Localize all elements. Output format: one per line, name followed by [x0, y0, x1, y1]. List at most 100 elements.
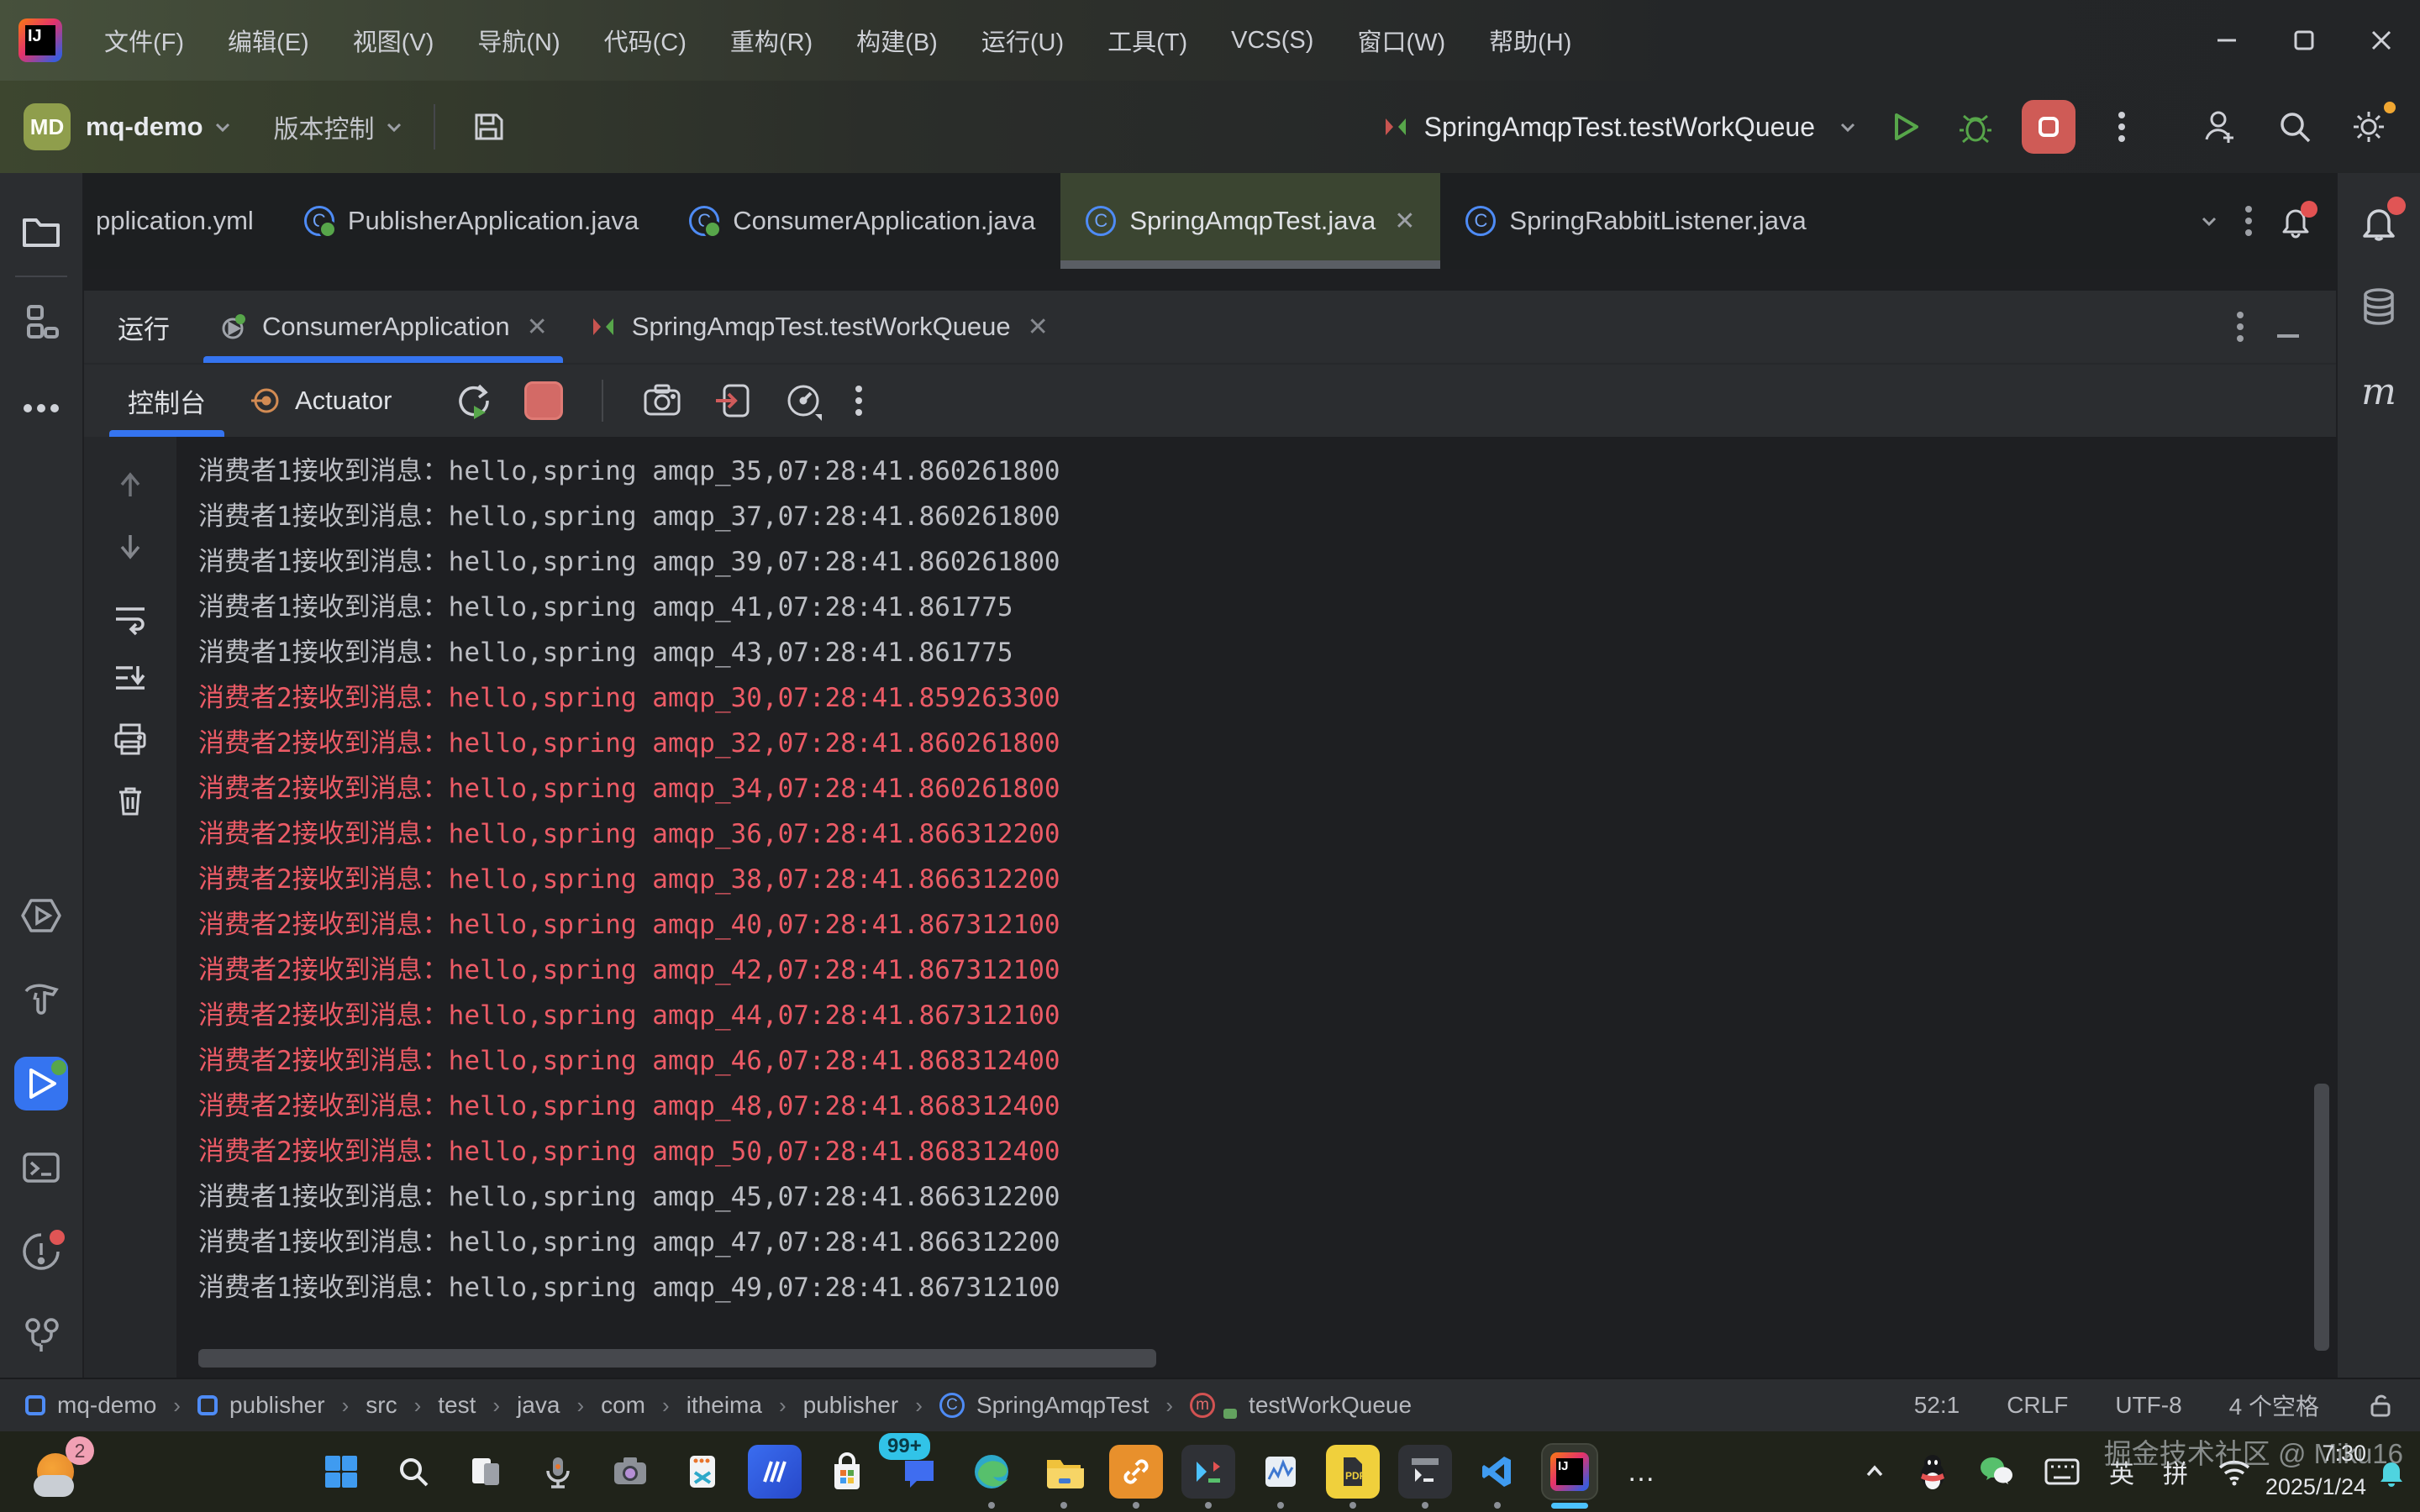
tab-application-yml[interactable]: pplication.yml — [84, 173, 279, 269]
tab-options-kebab-icon[interactable] — [2244, 204, 2254, 238]
tab-consumer-application[interactable]: C ConsumerApplication.java — [664, 173, 1060, 269]
profiler-gauge-button[interactable] — [783, 381, 823, 421]
horizontal-scrollbar[interactable] — [198, 1349, 1156, 1368]
run-button[interactable] — [1881, 102, 1929, 151]
problems-tool-icon[interactable] — [14, 1225, 68, 1278]
close-tab-icon[interactable]: ✕ — [1028, 312, 1049, 342]
caret-position[interactable]: 52:1 — [1914, 1392, 1960, 1419]
breadcrumb-item[interactable]: publisher — [803, 1392, 899, 1419]
menu-item[interactable]: VCS(S) — [1213, 18, 1332, 63]
intellij-taskbar-icon[interactable]: IJ — [1543, 1445, 1597, 1499]
more-tool-windows-icon[interactable] — [14, 381, 68, 435]
link-app-icon[interactable] — [1109, 1445, 1163, 1499]
notifications-tool-icon[interactable] — [2352, 197, 2406, 250]
vscode-icon[interactable] — [1470, 1445, 1524, 1499]
close-tab-icon[interactable]: ✕ — [527, 312, 548, 342]
project-tool-icon[interactable] — [14, 203, 68, 257]
edge-browser-icon[interactable] — [965, 1445, 1018, 1499]
run-tab-spring-amqp-test[interactable]: SpringAmqpTest.testWorkQueue ✕ — [568, 291, 1069, 363]
git-tool-icon[interactable] — [14, 1309, 68, 1362]
run-configuration-selector[interactable]: SpringAmqpTest.testWorkQueue — [1381, 112, 1859, 143]
close-button[interactable] — [2343, 0, 2420, 81]
services-tool-icon[interactable] — [14, 889, 68, 942]
stop-button[interactable] — [2022, 100, 2075, 154]
tab-publisher-application[interactable]: C PublisherApplication.java — [279, 173, 664, 269]
menu-item[interactable]: 视图(V) — [334, 14, 453, 66]
breadcrumb-item[interactable]: SpringAmqpTest — [976, 1392, 1149, 1419]
notifications-bell-icon[interactable] — [2277, 202, 2314, 239]
run-tool-icon[interactable] — [14, 1057, 68, 1110]
project-widget[interactable]: MD mq-demo — [24, 103, 234, 150]
build-tool-icon[interactable] — [14, 973, 68, 1026]
print-icon[interactable] — [112, 721, 149, 758]
breadcrumb-item[interactable]: java — [517, 1392, 560, 1419]
settings-gear-icon[interactable] — [2344, 102, 2393, 151]
menu-item[interactable]: 编辑(E) — [209, 14, 328, 66]
breadcrumb-item[interactable]: testWorkQueue — [1249, 1392, 1412, 1419]
file-encoding[interactable]: UTF-8 — [2115, 1392, 2181, 1419]
breadcrumb-item[interactable]: publisher — [229, 1392, 325, 1419]
line-ending[interactable]: CRLF — [2007, 1392, 2068, 1419]
clear-all-trash-icon[interactable] — [112, 781, 149, 818]
next-occurrence-icon[interactable] — [112, 528, 149, 564]
microsoft-store-icon[interactable] — [820, 1445, 874, 1499]
menu-item[interactable]: 运行(U) — [963, 14, 1082, 66]
ime-mode-indicator[interactable]: 拼 — [2163, 1453, 2188, 1490]
breadcrumb-item[interactable]: src — [366, 1392, 397, 1419]
menu-item[interactable]: 工具(T) — [1089, 14, 1206, 66]
screenshot-button[interactable] — [642, 381, 682, 421]
notification-center-bell-icon[interactable] — [2375, 1457, 2408, 1490]
vcs-widget[interactable]: 版本控制 — [234, 108, 405, 145]
fluent-terminal-icon[interactable] — [1181, 1445, 1235, 1499]
wechat-tray-icon[interactable] — [1978, 1455, 2015, 1488]
weather-widget[interactable]: 2 — [34, 1445, 87, 1499]
task-view-icon[interactable] — [459, 1445, 513, 1499]
menu-item[interactable]: 代码(C) — [586, 14, 705, 66]
debug-button[interactable] — [1951, 102, 2000, 151]
snipping-tool-icon[interactable] — [676, 1445, 729, 1499]
options-kebab-icon[interactable] — [2235, 308, 2245, 345]
chevron-down-icon[interactable] — [2198, 210, 2220, 232]
tab-console[interactable]: 控制台 — [106, 365, 228, 437]
unlock-icon[interactable] — [2366, 1391, 2395, 1420]
minimize-button[interactable] — [2188, 0, 2265, 81]
close-tab-icon[interactable]: ✕ — [1394, 207, 1415, 236]
taskbar-overflow-icon[interactable]: … — [1615, 1445, 1669, 1499]
touch-keyboard-icon[interactable] — [2044, 1457, 2081, 1487]
tab-actuator[interactable]: Actuator — [228, 365, 413, 437]
search-everywhere-icon[interactable] — [2270, 102, 2319, 151]
stop-process-button[interactable] — [524, 381, 563, 420]
breadcrumb-item[interactable]: test — [438, 1392, 476, 1419]
more-actions-button[interactable] — [2097, 102, 2146, 151]
menu-item[interactable]: 导航(N) — [459, 14, 578, 66]
tray-expand-chevron-icon[interactable] — [1862, 1459, 1887, 1484]
wifi-tray-icon[interactable] — [2217, 1457, 2252, 1486]
database-tool-icon[interactable] — [2352, 281, 2406, 334]
hide-tool-window-icon[interactable] — [2274, 312, 2302, 341]
pdf-app-icon[interactable]: PDF — [1326, 1445, 1380, 1499]
tab-spring-amqp-test[interactable]: C SpringAmqpTest.java ✕ — [1060, 173, 1440, 269]
vertical-scrollbar[interactable] — [2314, 1084, 2329, 1351]
terminal-app-icon[interactable] — [1398, 1445, 1452, 1499]
tab-spring-rabbit-listener[interactable]: C SpringRabbitListener.java — [1440, 173, 1831, 269]
breadcrumb-item[interactable]: itheima — [687, 1392, 762, 1419]
file-explorer-icon[interactable] — [1037, 1445, 1091, 1499]
search-taskbar-icon[interactable] — [387, 1445, 440, 1499]
tray-clock[interactable]: 7:30 2025/1/24 — [2265, 1436, 2366, 1504]
qq-tray-icon[interactable] — [1916, 1453, 1949, 1490]
maven-tool-icon[interactable]: m — [2352, 365, 2406, 418]
menu-item[interactable]: 窗口(W) — [1339, 14, 1464, 66]
save-all-button[interactable] — [464, 102, 513, 151]
menu-item[interactable]: 文件(F) — [86, 14, 203, 66]
terminal-tool-icon[interactable] — [14, 1141, 68, 1194]
rerun-button[interactable] — [454, 381, 494, 421]
breadcrumb-item[interactable]: com — [601, 1392, 645, 1419]
system-monitor-icon[interactable] — [1254, 1445, 1307, 1499]
menu-item[interactable]: 帮助(H) — [1470, 14, 1590, 66]
media-app-icon[interactable] — [748, 1445, 802, 1499]
indent-style[interactable]: 4 个空格 — [2229, 1389, 2319, 1422]
run-tab-consumer-application[interactable]: ConsumerApplication ✕ — [198, 291, 568, 363]
soft-wrap-icon[interactable] — [112, 600, 149, 637]
structure-tool-icon[interactable] — [14, 296, 68, 349]
camera-app-icon[interactable] — [603, 1445, 657, 1499]
